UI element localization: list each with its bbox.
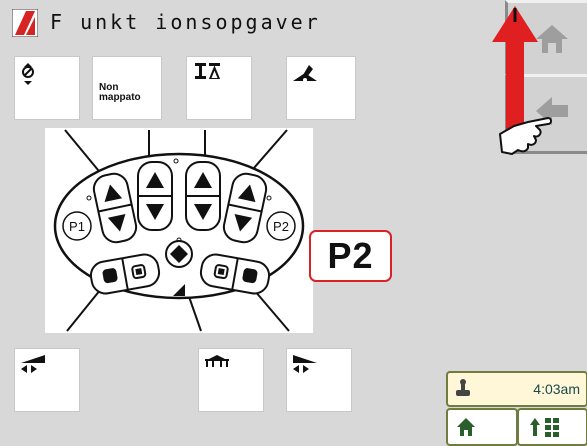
status-bar: 4:03am: [446, 371, 587, 407]
joystick-status-icon: [456, 379, 470, 396]
p1-button-label: P1: [69, 219, 85, 234]
sprayer-boom-icon: [205, 355, 229, 367]
header-bar: F unkt ionsopgaver: [0, 0, 487, 46]
function-slot-top-3[interactable]: [186, 56, 252, 120]
pointing-hand-icon: [499, 117, 552, 155]
implement-icon: [293, 65, 317, 82]
home-softkey[interactable]: [446, 408, 518, 446]
joystick-illustration: P1 P2: [53, 129, 305, 332]
status-time: 4:03am: [533, 381, 580, 397]
page-title: F unkt ionsopgaver: [50, 10, 321, 34]
function-slot-bottom-2[interactable]: [198, 348, 264, 412]
speed-adjust-icon: [21, 355, 45, 373]
function-slot-bottom-1[interactable]: [14, 348, 80, 412]
brand-logo-icon: [12, 9, 38, 37]
joystick-diagram: P1 P2: [45, 128, 313, 333]
hitch-adjust-icon: [22, 63, 34, 85]
menu-up-icon: [530, 418, 559, 437]
menu-up-softkey[interactable]: [517, 408, 587, 446]
function-slot-top-1[interactable]: [14, 56, 80, 120]
speed-decrease-icon: [293, 355, 317, 373]
p2-button-label: P2: [273, 219, 289, 234]
function-slot-bottom-3[interactable]: [286, 348, 352, 412]
function-slot-top-4[interactable]: [286, 56, 356, 120]
lift-arms-icon: [195, 63, 221, 79]
unmapped-label: Non mappato: [99, 82, 141, 103]
p2-highlight-badge: P2: [309, 230, 392, 282]
home-icon: [457, 418, 475, 436]
function-slot-top-2[interactable]: Non mappato: [92, 56, 162, 120]
